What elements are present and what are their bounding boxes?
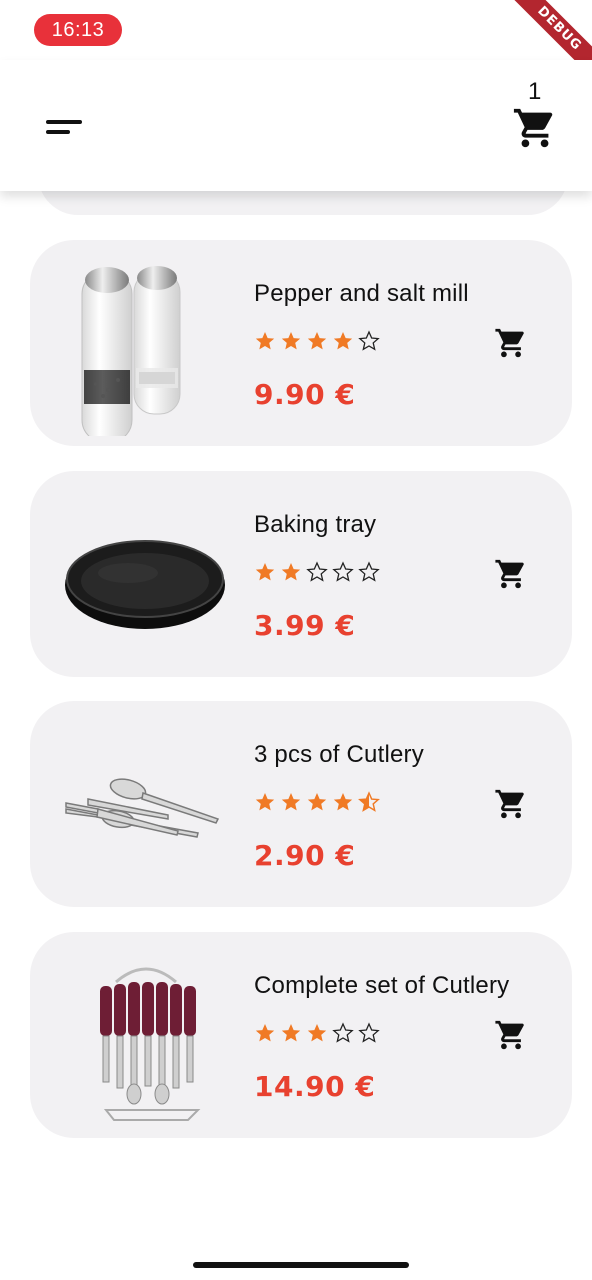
star-filled-icon	[255, 332, 275, 350]
rating-stars	[254, 791, 380, 815]
star-filled-icon	[255, 1024, 275, 1042]
pepper-salt-mill-image	[81, 266, 181, 436]
home-indicator[interactable]	[193, 1262, 409, 1268]
product-name: 3 pcs of Cutlery	[254, 741, 424, 768]
star-filled-icon	[255, 793, 275, 811]
add-to-cart-icon[interactable]	[494, 557, 528, 591]
product-price: 3.99 €	[254, 609, 356, 642]
status-bar: 16:13	[0, 0, 592, 60]
product-price: 14.90 €	[254, 1070, 376, 1103]
cutlery-image	[65, 778, 220, 838]
star-filled-icon	[281, 1024, 301, 1042]
product-name: Pepper and salt mill	[254, 280, 469, 307]
status-time: 16:13	[34, 14, 122, 46]
product-card-partial[interactable]	[38, 191, 568, 215]
cart-count-badge: 1	[528, 78, 542, 105]
star-filled-icon	[307, 332, 327, 350]
cutlery-set-image	[100, 967, 201, 1121]
star-filled-icon	[307, 793, 327, 811]
product-name: Baking tray	[254, 511, 377, 538]
rating-stars	[254, 330, 380, 354]
product-card[interactable]: 3 pcs of Cutlery 2.90 €	[30, 701, 572, 907]
baking-tray-image	[65, 540, 225, 629]
menu-icon[interactable]	[46, 120, 82, 136]
star-empty-icon	[358, 1022, 380, 1043]
add-to-cart-icon[interactable]	[494, 787, 528, 821]
product-price: 9.90 €	[254, 378, 356, 411]
product-name: Complete set of Cutlery	[254, 972, 510, 999]
product-list[interactable]: Pepper and salt mill 9.90 € Baking tray …	[0, 191, 592, 1251]
product-card[interactable]: Pepper and salt mill 9.90 €	[30, 240, 572, 446]
product-card[interactable]: Complete set of Cutlery 14.90 €	[30, 932, 572, 1138]
star-filled-icon	[333, 332, 353, 350]
star-filled-icon	[307, 1024, 327, 1042]
star-half-icon	[358, 791, 380, 812]
star-filled-icon	[281, 793, 301, 811]
menu-line	[46, 120, 82, 124]
star-empty-icon	[306, 561, 328, 582]
menu-line	[46, 130, 70, 134]
add-to-cart-icon[interactable]	[494, 1018, 528, 1052]
product-price: 2.90 €	[254, 839, 356, 872]
rating-stars	[254, 561, 380, 585]
star-empty-icon	[358, 330, 380, 351]
product-card[interactable]: Baking tray 3.99 €	[30, 471, 572, 677]
app-bar: 1	[0, 60, 592, 191]
rating-stars	[254, 1022, 380, 1046]
star-filled-icon	[333, 793, 353, 811]
cart-icon[interactable]	[512, 105, 558, 151]
star-filled-icon	[281, 332, 301, 350]
star-filled-icon	[255, 563, 275, 581]
star-empty-icon	[332, 561, 354, 582]
add-to-cart-icon[interactable]	[494, 326, 528, 360]
star-empty-icon	[332, 1022, 354, 1043]
star-empty-icon	[358, 561, 380, 582]
star-filled-icon	[281, 563, 301, 581]
